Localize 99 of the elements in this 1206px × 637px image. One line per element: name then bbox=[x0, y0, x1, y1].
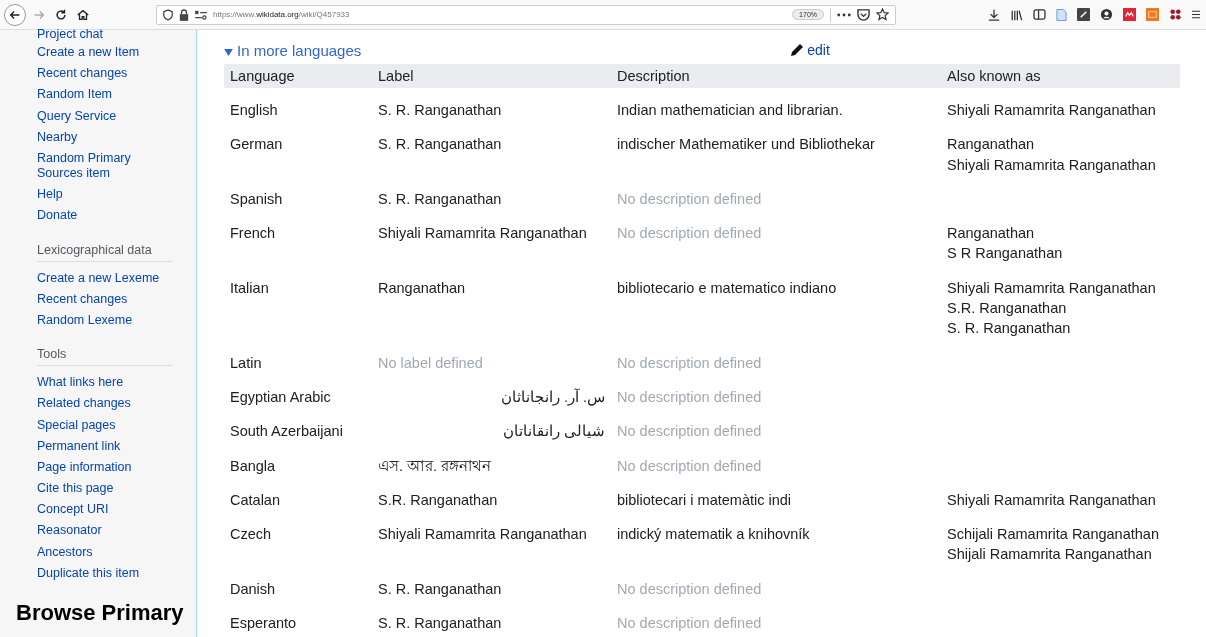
alias-text: Shiyali Ramamrita Ranganathan bbox=[947, 491, 1156, 508]
sidebar-link[interactable]: Related changes bbox=[37, 393, 172, 415]
language-name: Esperanto bbox=[230, 615, 297, 632]
pencil-icon[interactable] bbox=[789, 42, 806, 58]
label-text: এস. আর. রঙ্গনাথন bbox=[378, 457, 492, 474]
language-name: Italian bbox=[230, 279, 269, 296]
url-text: https://www.wikidata.org/wiki/Q457933 bbox=[213, 10, 350, 19]
language-name: Czech bbox=[230, 526, 272, 543]
language-name: South Azerbaijani bbox=[230, 423, 343, 440]
sidebar-link[interactable]: Cite this page bbox=[37, 478, 172, 500]
mountain-extension-icon[interactable] bbox=[1123, 8, 1136, 21]
document-icon[interactable] bbox=[1056, 7, 1067, 22]
label-text: S. R. Ranganathan bbox=[378, 190, 502, 207]
description-text: No description defined bbox=[617, 580, 762, 597]
alias-text: Ranganathan bbox=[947, 136, 1035, 153]
alias-text: Ranganathan bbox=[947, 225, 1035, 242]
shield-icon[interactable] bbox=[163, 8, 173, 21]
alias-text: Schijali Ramamrita Ranganathan bbox=[947, 526, 1159, 543]
sidebar-link[interactable]: Ancestors bbox=[37, 541, 172, 563]
alias-text: S R Ranganathan bbox=[947, 245, 1063, 262]
sidebar-link[interactable]: Recent changes bbox=[37, 288, 172, 310]
sidebar-link[interactable]: Random Primary Sources item bbox=[37, 147, 172, 185]
alias-text: Shiyali Ramamrita Ranganathan bbox=[947, 102, 1156, 118]
sidebar-link[interactable]: Donate bbox=[37, 205, 172, 227]
label-text: S. R. Ranganathan bbox=[378, 615, 502, 632]
language-name: Egyptian Arabic bbox=[230, 388, 331, 405]
column-header: Also known as bbox=[941, 64, 1180, 88]
description-text: No description defined bbox=[617, 354, 762, 371]
sidebar-link[interactable]: Recent changes bbox=[37, 63, 172, 85]
column-header: Description bbox=[611, 64, 941, 88]
alias-text: Shiyali Ramamrita Ranganathan bbox=[947, 156, 1156, 173]
language-name: Spanish bbox=[230, 190, 283, 207]
extension-icon[interactable] bbox=[1169, 8, 1182, 21]
label-text: Shiyali Ramamrita Ranganathan bbox=[378, 225, 587, 242]
more-icon[interactable] bbox=[837, 12, 851, 17]
sidebar-link[interactable]: Reasonator bbox=[37, 520, 172, 542]
label-text: S. R. Ranganathan bbox=[378, 580, 502, 597]
sidebar-link[interactable]: Create a new Lexeme bbox=[37, 267, 172, 289]
star-icon[interactable] bbox=[876, 8, 889, 21]
triangle-down-icon[interactable] bbox=[224, 48, 233, 56]
lock-icon[interactable] bbox=[179, 8, 189, 21]
language-name: Danish bbox=[230, 580, 276, 597]
section-toggle[interactable]: In more languages bbox=[224, 41, 362, 59]
description-text: No description defined bbox=[617, 225, 762, 242]
description-text: No description defined bbox=[617, 190, 762, 207]
label-text: Shiyali Ramamrita Ranganathan bbox=[378, 526, 587, 543]
description-text: bibliotecario e matematico indiano bbox=[617, 279, 837, 296]
column-header: Language bbox=[224, 64, 372, 88]
label-text: No label defined bbox=[378, 354, 483, 371]
sidebar-link[interactable]: Query Service bbox=[37, 105, 172, 127]
description-text: indischer Mathematiker und Bibliothekar bbox=[617, 136, 875, 153]
column-header: Label bbox=[372, 64, 611, 88]
download-icon[interactable] bbox=[988, 8, 1000, 21]
pencil-square-icon[interactable] bbox=[1077, 8, 1090, 21]
description-text: bibliotecari i matemàtic indi bbox=[617, 491, 792, 508]
description-text: No description defined bbox=[617, 423, 762, 440]
description-text: indický matematik a knihovník bbox=[617, 526, 810, 543]
description-text: No description defined bbox=[617, 457, 762, 474]
language-name: Catalan bbox=[230, 491, 280, 508]
sidebar-heading: Tools bbox=[37, 347, 172, 367]
sidebar-link[interactable]: Nearby bbox=[37, 126, 172, 148]
label-text: Ranganathan bbox=[378, 279, 466, 296]
label-text: S. R. Ranganathan bbox=[378, 136, 502, 153]
sidebar-link[interactable]: Project chat bbox=[37, 28, 172, 42]
sidebar-link[interactable]: Duplicate this item bbox=[37, 562, 172, 584]
library-icon[interactable] bbox=[1010, 8, 1023, 21]
label-text: S.R. Ranganathan bbox=[378, 491, 498, 508]
language-name: English bbox=[230, 102, 278, 118]
alias-text: Shiyali Ramamrita Ranganathan bbox=[947, 279, 1156, 296]
language-name: French bbox=[230, 225, 276, 242]
sidebar-link[interactable]: Page information bbox=[37, 456, 172, 478]
sidebar-link[interactable]: Permanent link bbox=[37, 435, 172, 457]
description-text: Indian mathematician and librarian. bbox=[617, 102, 843, 118]
alias-text: S.R. Ranganathan bbox=[947, 300, 1067, 317]
sidebar-link[interactable]: Help bbox=[37, 184, 172, 206]
description-text: No description defined bbox=[617, 388, 762, 405]
sidebar-link[interactable]: Concept URI bbox=[37, 499, 172, 521]
label-text: شیالی رانقاناتان bbox=[502, 423, 605, 440]
sidebar-link[interactable]: Random Lexeme bbox=[37, 309, 172, 332]
language-name: Latin bbox=[230, 354, 262, 371]
sidebar-link[interactable]: What links here bbox=[37, 372, 172, 394]
permissions-icon[interactable] bbox=[195, 9, 207, 20]
alias-text: S. R. Ranganathan bbox=[947, 320, 1071, 337]
language-name: Bangla bbox=[230, 457, 276, 474]
pocket-icon[interactable] bbox=[857, 8, 870, 21]
label-text: س. آر. رانجاناثان bbox=[500, 388, 605, 405]
alias-text: Shijali Ramamrita Ranganathan bbox=[947, 546, 1152, 563]
sidebar-link[interactable]: Random Item bbox=[37, 84, 172, 106]
label-text: S. R. Ranganathan bbox=[378, 102, 502, 118]
language-name: German bbox=[230, 136, 283, 153]
sidebar-link[interactable]: Special pages bbox=[37, 414, 172, 436]
menu-icon[interactable] bbox=[1192, 9, 1200, 20]
description-text: No description defined bbox=[617, 615, 762, 632]
account-icon[interactable] bbox=[1100, 8, 1113, 21]
sidebar-link[interactable]: Create a new Item bbox=[37, 42, 172, 64]
sidebar-section-title: Browse Primary bbox=[16, 599, 185, 626]
edit-link[interactable]: edit bbox=[789, 42, 830, 58]
sidebar-heading: Lexicographical data bbox=[37, 242, 172, 262]
sidebar-icon[interactable] bbox=[1033, 9, 1046, 20]
